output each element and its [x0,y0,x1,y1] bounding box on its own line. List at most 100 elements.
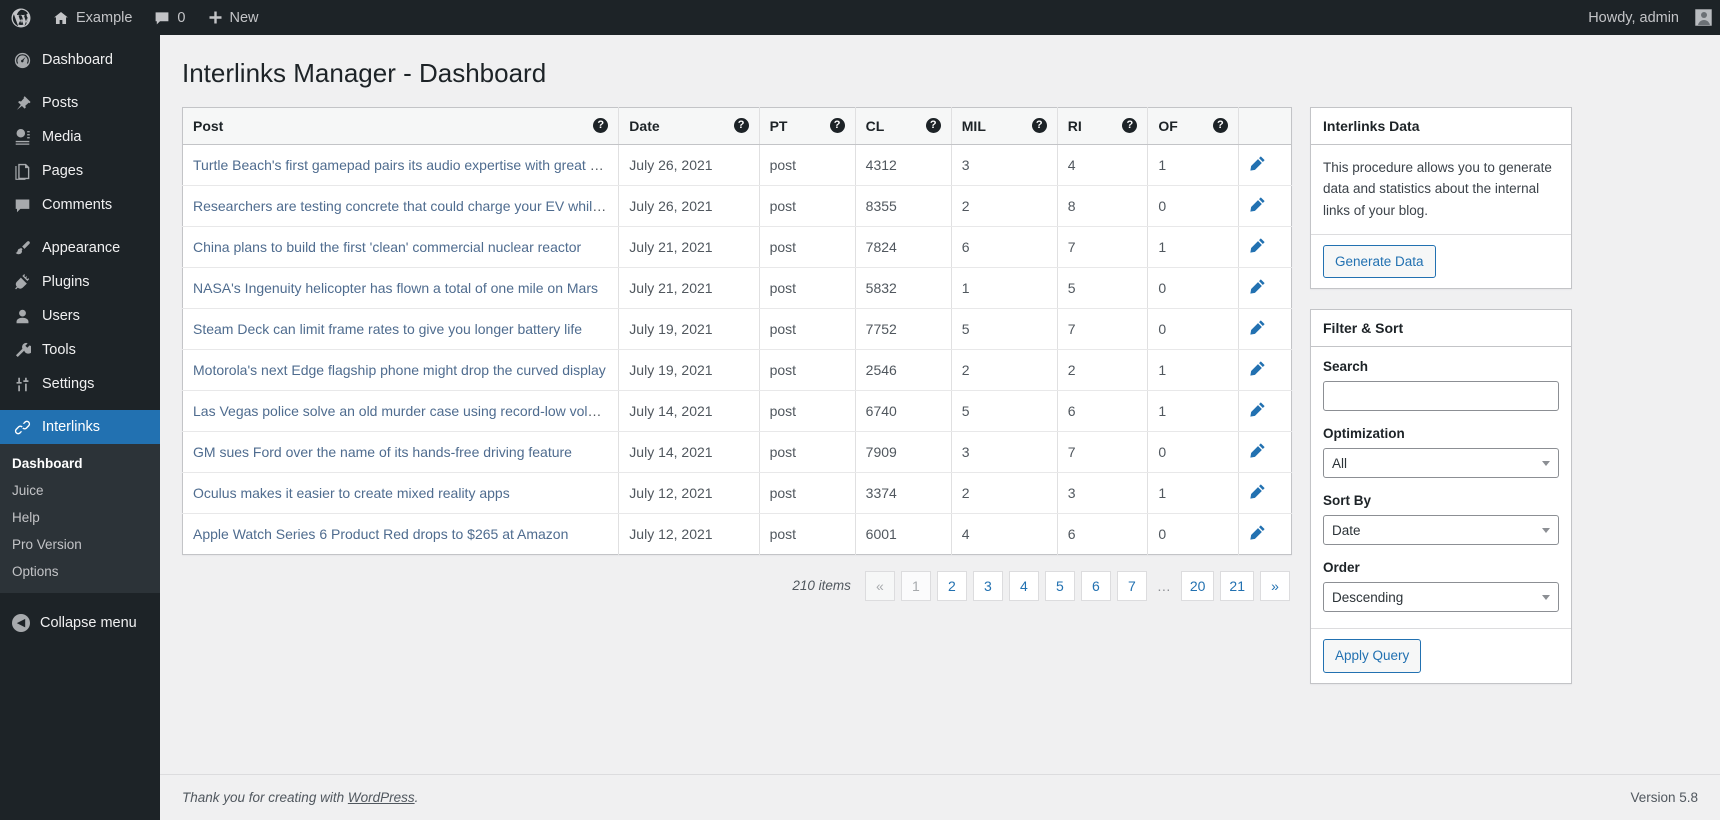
cell-pt: post [759,267,855,308]
sidebar-item-dashboard[interactable]: Dashboard [0,43,160,77]
cell-date: July 12, 2021 [619,472,759,513]
sidebar-item-label: Interlinks [42,419,100,435]
cell-ri: 6 [1057,513,1148,554]
help-question-icon[interactable]: ? [830,118,845,133]
post-title-link[interactable]: Oculus makes it easier to create mixed r… [193,485,510,501]
my-account-menu[interactable]: Howdy, admin [1577,0,1712,35]
sidebar-item-label: Users [42,308,80,324]
edit-pencil-icon[interactable] [1249,442,1266,459]
sidebar-item-posts[interactable]: Posts [0,86,160,120]
sidebar-item-plugins[interactable]: Plugins [0,265,160,299]
edit-pencil-icon[interactable] [1249,319,1266,336]
cell-cl: 4312 [855,144,951,185]
pagination-page-20[interactable]: 20 [1181,571,1215,601]
submenu-item-dashboard[interactable]: Dashboard [0,450,160,477]
sidebar-item-comments[interactable]: Comments [0,188,160,222]
sort-by-select[interactable]: Date [1323,515,1559,545]
chevron-down-icon [1542,461,1550,466]
wordpress-link[interactable]: WordPress [348,790,415,805]
pagination-page-3[interactable]: 3 [973,571,1003,601]
help-question-icon[interactable]: ? [1032,118,1047,133]
cell-of: 1 [1148,349,1239,390]
admin-sidebar-menu: Dashboard Posts Media Pages Comments App… [0,35,160,820]
cell-of: 0 [1148,513,1239,554]
cell-post: Apple Watch Series 6 Product Red drops t… [183,513,619,554]
edit-pencil-icon[interactable] [1249,483,1266,500]
post-title-link[interactable]: Motorola's next Edge flagship phone migh… [193,362,606,378]
submenu-item-options[interactable]: Options [0,558,160,585]
sidebar-item-interlinks[interactable]: Interlinks [0,410,160,444]
cell-pt: post [759,308,855,349]
pagination-page-4[interactable]: 4 [1009,571,1039,601]
cell-mil: 6 [951,226,1057,267]
edit-pencil-icon[interactable] [1249,401,1266,418]
sidebar-item-appearance[interactable]: Appearance [0,231,160,265]
post-title-link[interactable]: Researchers are testing concrete that co… [193,198,619,214]
column-header-post[interactable]: Post ? [183,107,619,144]
table-body: Turtle Beach's first gamepad pairs its a… [183,144,1292,554]
column-header-of[interactable]: OF ? [1148,107,1239,144]
order-label: Order [1323,560,1559,575]
comments-menu[interactable]: 0 [143,0,196,35]
edit-pencil-icon[interactable] [1249,155,1266,172]
help-question-icon[interactable]: ? [1213,118,1228,133]
column-header-pt[interactable]: PT ? [759,107,855,144]
help-question-icon[interactable]: ? [926,118,941,133]
column-header-date[interactable]: Date ? [619,107,759,144]
edit-pencil-icon[interactable] [1249,360,1266,377]
sidebar-item-users[interactable]: Users [0,299,160,333]
column-header-mil[interactable]: MIL ? [951,107,1057,144]
order-select[interactable]: Descending [1323,582,1559,612]
pagination-page-1[interactable]: 1 [901,571,931,601]
home-icon [53,10,69,26]
pagination-next-button[interactable]: » [1260,571,1290,601]
site-name-menu[interactable]: Example [42,0,143,35]
post-title-link[interactable]: Las Vegas police solve an old murder cas… [193,403,619,419]
sidebar-item-media[interactable]: Media [0,120,160,154]
edit-pencil-icon[interactable] [1249,237,1266,254]
sidebar-item-tools[interactable]: Tools [0,333,160,367]
help-question-icon[interactable]: ? [734,118,749,133]
edit-pencil-icon[interactable] [1249,278,1266,295]
apply-query-button[interactable]: Apply Query [1323,639,1421,673]
help-question-icon[interactable]: ? [1122,118,1137,133]
pagination-page-5[interactable]: 5 [1045,571,1075,601]
table-row: Apple Watch Series 6 Product Red drops t… [183,513,1292,554]
pagination-page-2[interactable]: 2 [937,571,967,601]
column-header-cl[interactable]: CL ? [855,107,951,144]
pagination-items-count: 210 items [792,578,851,593]
pagination-page-21[interactable]: 21 [1220,571,1254,601]
search-input[interactable] [1323,381,1559,411]
post-title-link[interactable]: NASA's Ingenuity helicopter has flown a … [193,280,598,296]
wp-logo-menu[interactable] [0,0,42,35]
new-content-menu[interactable]: New [197,0,270,35]
cell-ri: 4 [1057,144,1148,185]
edit-pencil-icon[interactable] [1249,196,1266,213]
help-question-icon[interactable]: ? [593,118,608,133]
cell-cl: 5832 [855,267,951,308]
edit-pencil-icon[interactable] [1249,524,1266,541]
cell-mil: 5 [951,308,1057,349]
submenu-item-juice[interactable]: Juice [0,477,160,504]
column-header-ri[interactable]: RI ? [1057,107,1148,144]
cell-of: 1 [1148,472,1239,513]
cell-actions [1238,226,1291,267]
pagination-page-7[interactable]: 7 [1117,571,1147,601]
collapse-menu-button[interactable]: ◀ Collapse menu [0,606,160,640]
sidebar-item-pages[interactable]: Pages [0,154,160,188]
post-title-link[interactable]: Steam Deck can limit frame rates to give… [193,321,582,337]
submenu-item-help[interactable]: Help [0,504,160,531]
generate-data-button[interactable]: Generate Data [1323,245,1436,279]
optimization-select[interactable]: All [1323,448,1559,478]
post-title-link[interactable]: GM sues Ford over the name of its hands-… [193,444,572,460]
post-title-link[interactable]: China plans to build the first 'clean' c… [193,239,581,255]
cell-mil: 2 [951,185,1057,226]
post-title-link[interactable]: Turtle Beach's first gamepad pairs its a… [193,157,619,173]
pagination-page-6[interactable]: 6 [1081,571,1111,601]
sidebar-item-settings[interactable]: Settings [0,367,160,401]
post-title-link[interactable]: Apple Watch Series 6 Product Red drops t… [193,526,568,542]
collapse-menu-label: Collapse menu [40,615,137,631]
pagination-prev-button[interactable]: « [865,571,895,601]
submenu-item-pro-version[interactable]: Pro Version [0,531,160,558]
comments-count: 0 [177,10,185,26]
